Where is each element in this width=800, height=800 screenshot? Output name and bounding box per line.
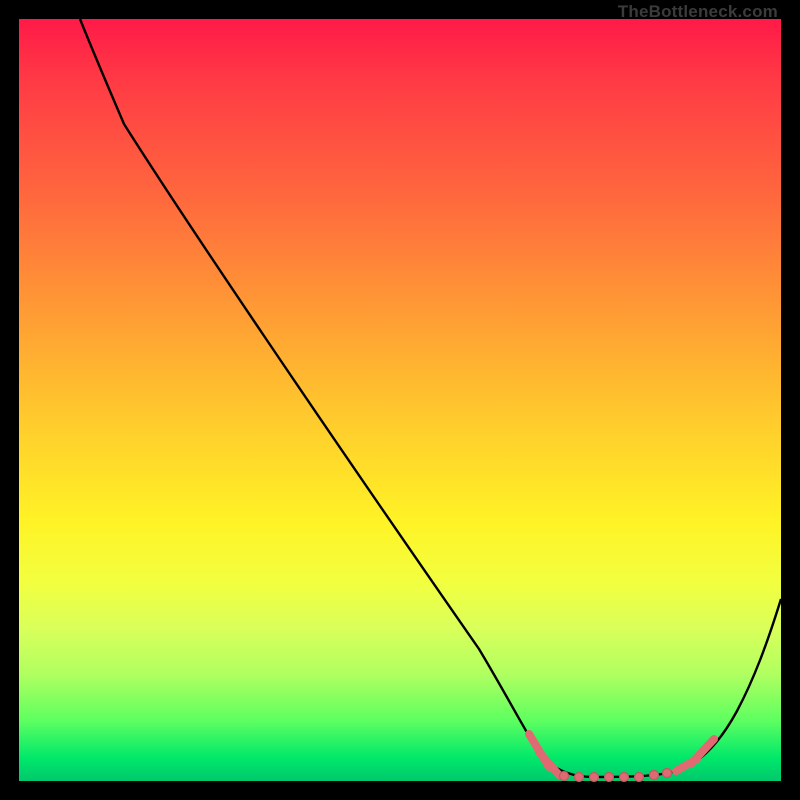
data-curve bbox=[80, 19, 781, 777]
attribution-text: TheBottleneck.com bbox=[618, 2, 778, 22]
plot-area bbox=[19, 19, 781, 781]
chart-frame bbox=[19, 19, 781, 781]
chart-svg bbox=[19, 19, 781, 781]
highlight-markers bbox=[529, 734, 714, 782]
